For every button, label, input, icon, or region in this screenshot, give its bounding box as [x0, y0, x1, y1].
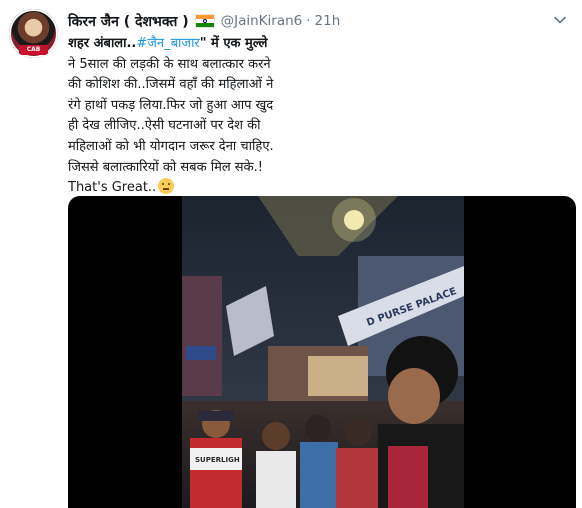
tweet-line: ने 5साल की लड़की के साथ बलात्कार करने	[68, 56, 271, 72]
tweet-header: किरन जैन ( देशभक्त ) @JainKiran6 · 21h	[68, 10, 340, 32]
tweet-line-text: That's Great..	[68, 180, 157, 196]
tweet-text-bold: " में एक मुल्ले	[199, 36, 268, 51]
display-name[interactable]: किरन जैन ( देशभक्त )	[68, 12, 189, 31]
separator-dot: ·	[306, 13, 311, 29]
india-flag-icon	[194, 14, 215, 28]
tweet-timestamp[interactable]: 21h	[315, 13, 341, 29]
jacket-text: SUPERLIGH	[195, 456, 240, 464]
tweet-card: CAB किरन जैन ( देशभक्त ) @JainKiran6 · 2…	[0, 0, 582, 508]
avatar-badge: CAB	[19, 45, 48, 55]
hashtag-link[interactable]: #जैन_बाजार	[136, 36, 199, 51]
thinking-face-emoji-icon	[158, 178, 175, 195]
tweet-line: ही देख लीजिए..ऐसी घटनाओं पर देश की	[68, 118, 261, 134]
avatar[interactable]: CAB	[9, 9, 58, 58]
user-handle[interactable]: @JainKiran6	[221, 13, 303, 29]
tweet-text-bold: शहर अंबाला..	[68, 36, 137, 51]
tweet-line: महिलाओं को भी योगदान जरूर देना चाहिए.	[68, 138, 274, 154]
tweet-line: रंगे हाथों पकड़ लिया.फिर जो हुआ आप खुद	[68, 97, 274, 113]
video-frame-image: D PURSE PALACE SUPERLIGH	[182, 196, 464, 508]
tweet-line: जिससे बलात्कारियों को सबक मिल सके.!	[68, 159, 263, 175]
tweet-line: की कोशिश की..जिसमें वहाँ की महिलाओं ने	[68, 77, 274, 93]
tweet-line: शहर अंबाला..#जैन_बाजार" में एक मुल्ले	[68, 34, 338, 55]
video-player[interactable]: D PURSE PALACE SUPERLIGH	[68, 196, 576, 508]
tweet-text: शहर अंबाला..#जैन_बाजार" में एक मुल्ले ने…	[68, 34, 338, 199]
chevron-down-icon[interactable]	[552, 12, 568, 28]
